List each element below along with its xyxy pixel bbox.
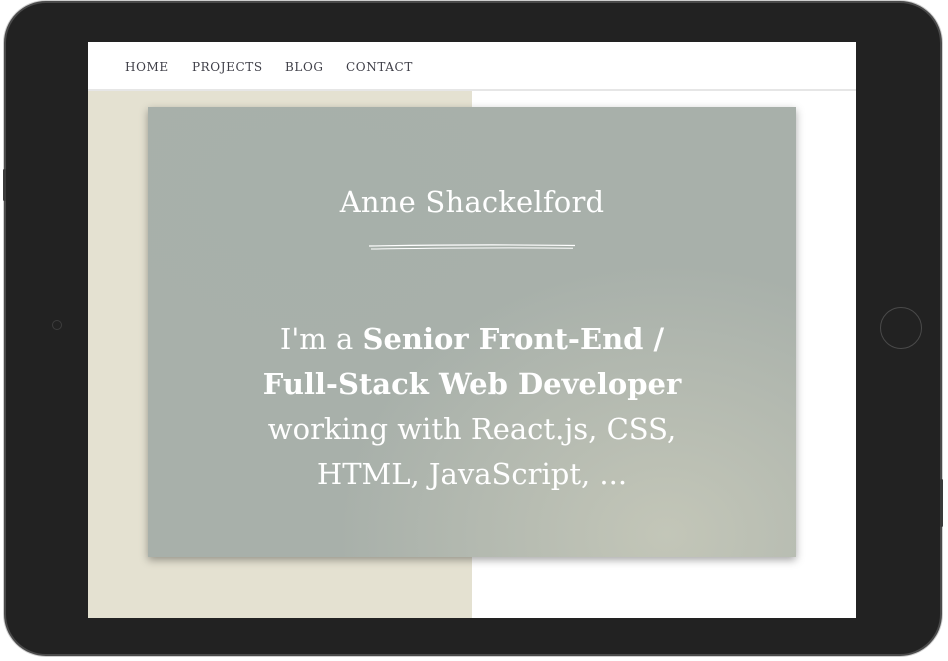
nav-item-blog[interactable]: BLOG [285, 60, 324, 74]
screen: HOME PROJECTS BLOG CONTACT Anne Shackelf… [88, 42, 856, 618]
volume-button [3, 169, 6, 201]
side-button [940, 479, 943, 527]
hero-card: Anne Shackelford I'm a Senior Front-End … [148, 107, 796, 557]
name-underline-divider [368, 244, 576, 250]
camera-icon [52, 320, 62, 330]
hero-name: Anne Shackelford [339, 185, 605, 219]
home-button-icon[interactable] [880, 307, 922, 349]
tagline-prefix: I'm a [279, 322, 363, 356]
top-navbar: HOME PROJECTS BLOG CONTACT [88, 42, 856, 91]
tagline-suffix: working with React.js, CSS, HTML, JavaSc… [267, 412, 677, 491]
nav-item-projects[interactable]: PROJECTS [192, 60, 263, 74]
hero-tagline: I'm a Senior Front-End / Full-Stack Web … [248, 317, 696, 497]
nav-item-home[interactable]: HOME [125, 60, 169, 74]
nav-item-contact[interactable]: CONTACT [346, 60, 413, 74]
